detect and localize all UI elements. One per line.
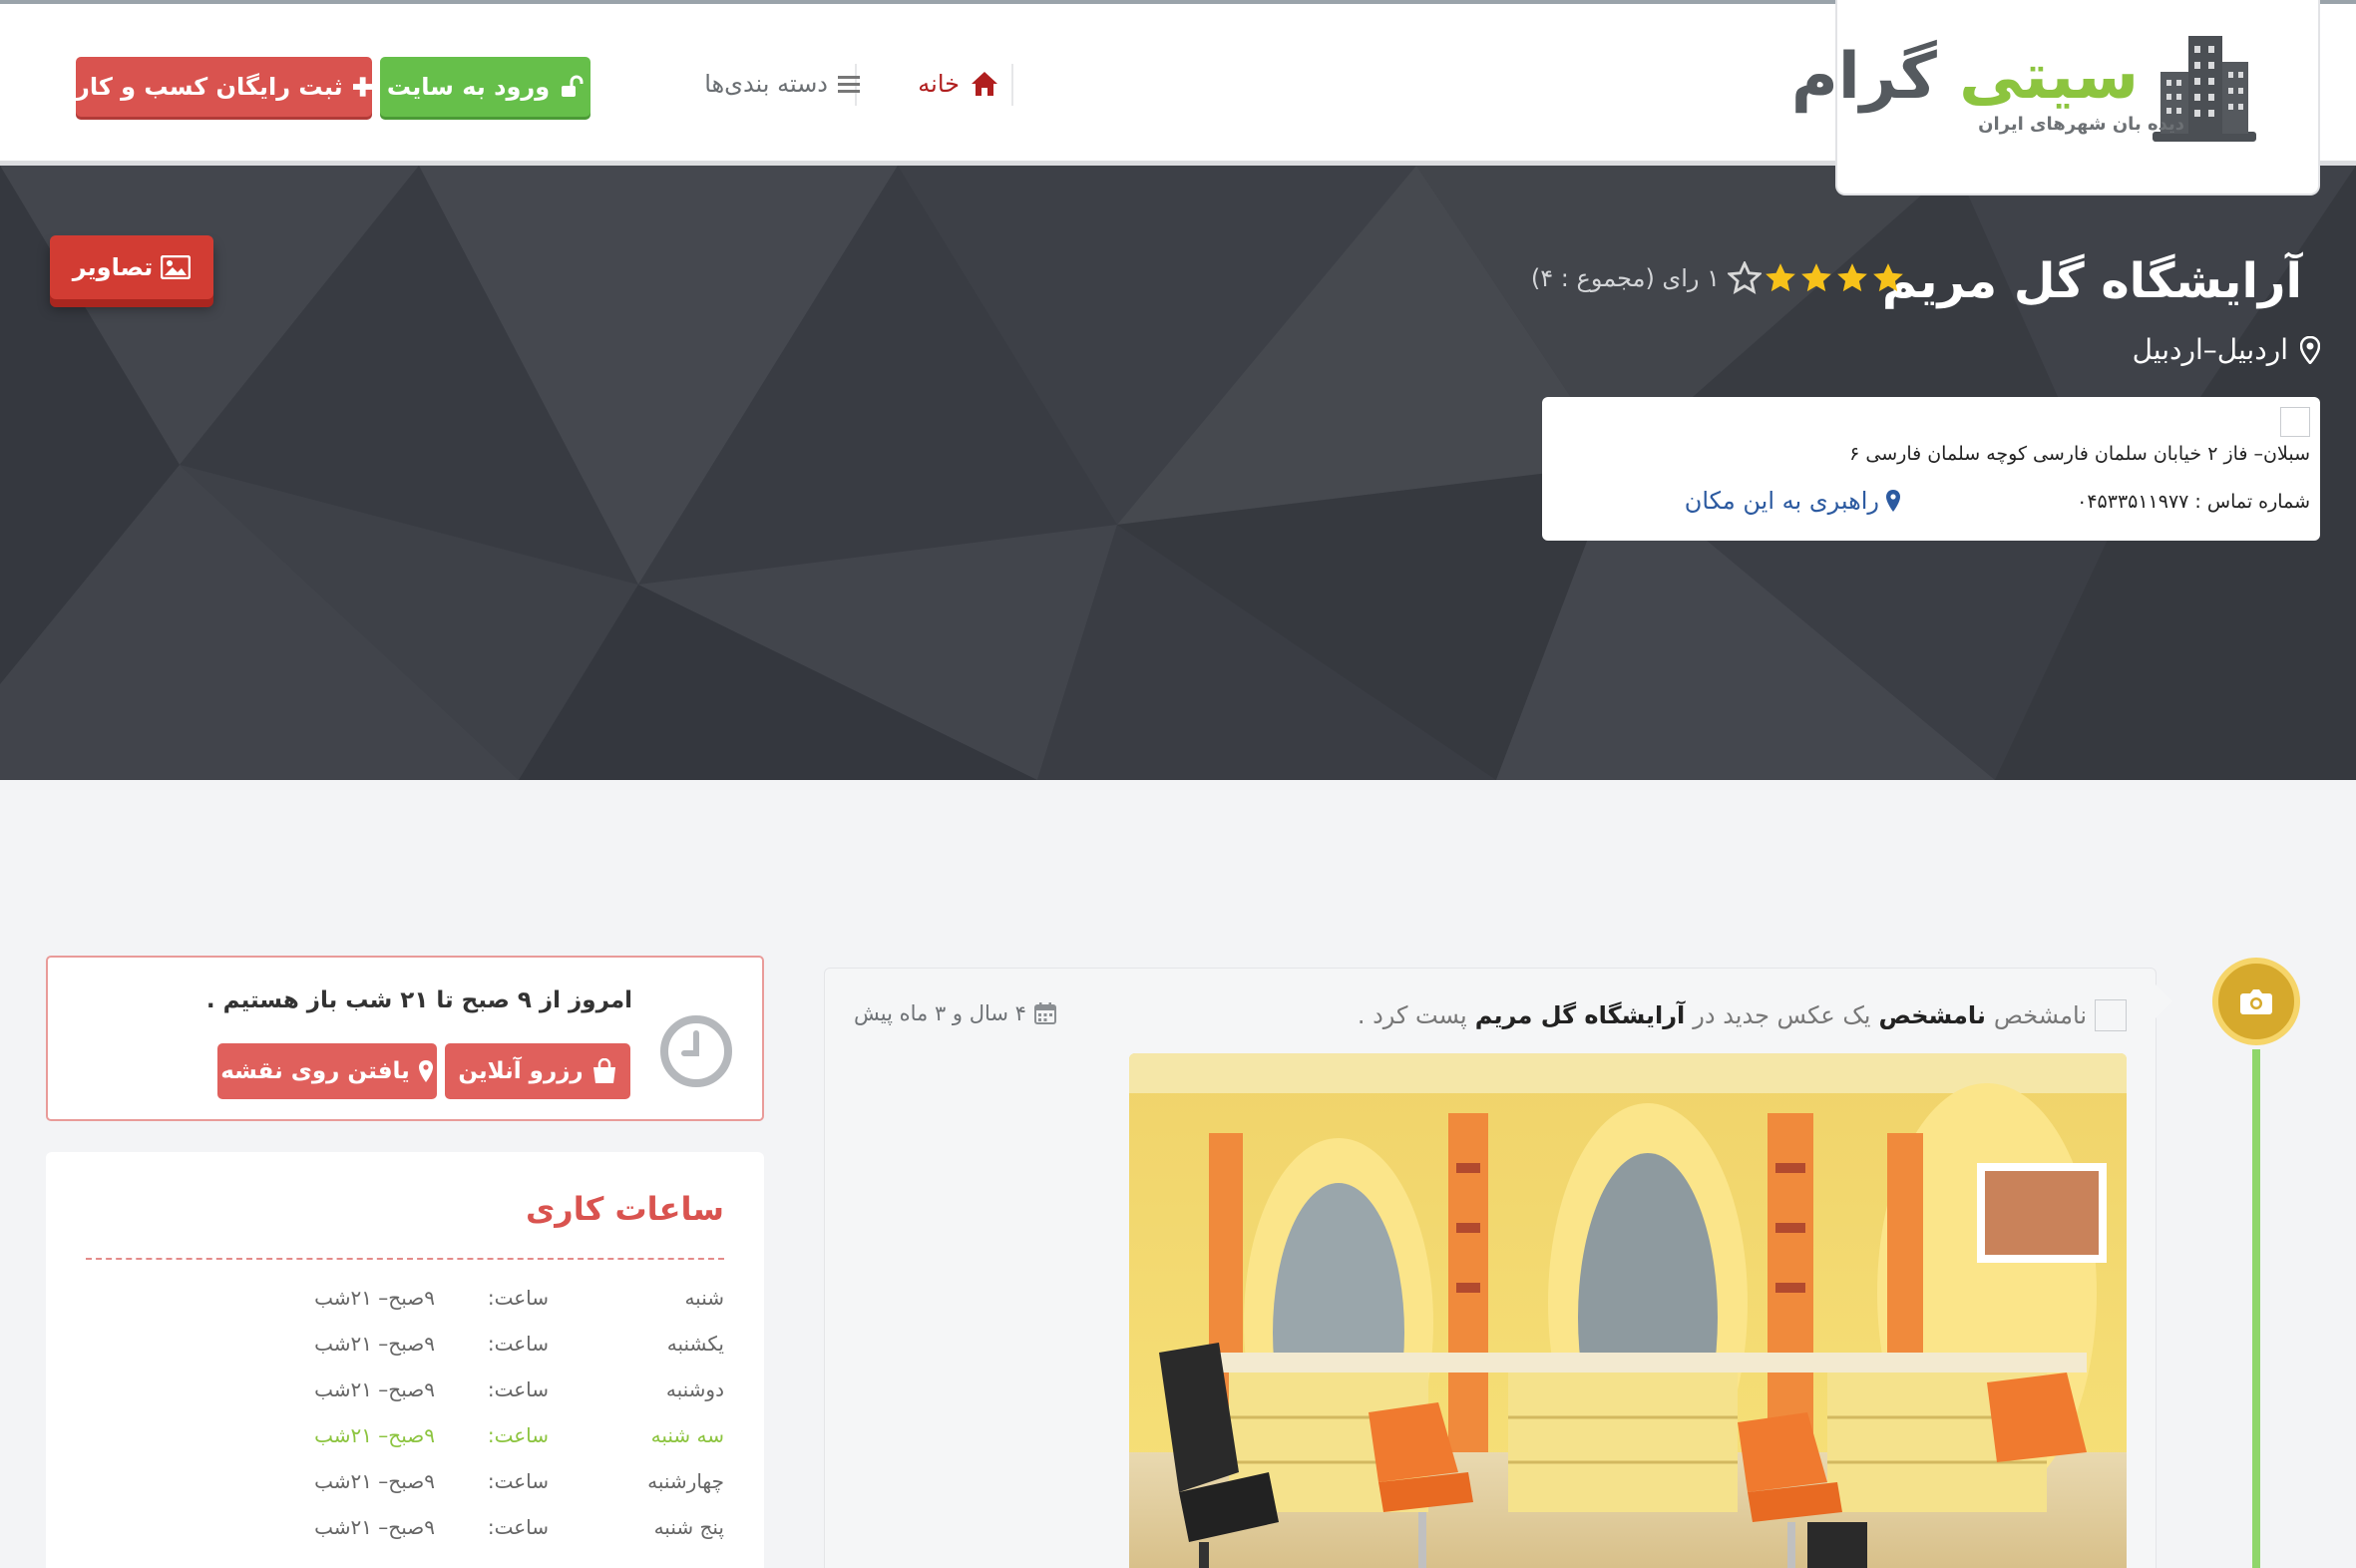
nav-separator (1011, 64, 1013, 106)
star-filled-icon[interactable] (1764, 261, 1797, 295)
hours-day: پنج شنبه (653, 1515, 724, 1539)
register-label: ثبت رایگان کسب و کار (76, 73, 343, 101)
menu-lines-icon (838, 76, 860, 93)
plus-icon (352, 77, 372, 97)
author-avatar (2095, 999, 2127, 1031)
rating-votes: ۱ رای (مجموع : ۴) (1530, 264, 1720, 292)
map-label: یافتن روی نقشه (220, 1058, 410, 1084)
star-filled-icon[interactable] (1799, 261, 1833, 295)
hours-row: دوشنبه ساعت: ۹صبح– ۲۱شب (86, 1372, 724, 1411)
camera-icon (2240, 989, 2272, 1014)
business-address: سبلان– فاز ۲ خیابان سلمان فارسی کوچه سلم… (1849, 443, 2310, 465)
rating[interactable]: ۱ رای (مجموع : ۴) (1531, 261, 1905, 295)
star-empty-icon[interactable] (1728, 261, 1762, 295)
post-header: نامشخص نامشخص یک عکس جدید در آرایشگاه گل… (1358, 999, 2127, 1031)
location-text: اردبیل–اردبیل (2132, 333, 2288, 366)
logo-subtitle: دیده بان شهرهای ایران (1978, 114, 2184, 135)
hours-row: سه شنبه ساعت: ۹صبح– ۲۱شب (86, 1417, 724, 1457)
business-name: آرایشگاه گل مریم (1881, 253, 2302, 309)
open-hours-text: امروز از ۹ صبح تا ۲۱ شب باز هستیم . (205, 987, 632, 1013)
home-icon (972, 72, 997, 96)
map-marker-icon (1886, 490, 1900, 512)
nav-home-link[interactable]: خانه (918, 70, 999, 98)
hours-day: دوشنبه (665, 1377, 724, 1401)
hours-label: ساعت: (487, 1332, 549, 1356)
hours-time: ۹صبح– ۲۱شب (314, 1515, 435, 1539)
hours-row: پنج شنبه ساعت: ۹صبح– ۲۱شب (86, 1509, 724, 1549)
timeline-photo-marker (2212, 958, 2300, 1045)
hours-time: ۹صبح– ۲۱شب (314, 1332, 435, 1356)
logo-title-green: سیتی (1959, 40, 2139, 114)
star-filled-icon[interactable] (1871, 261, 1905, 295)
hours-label: ساعت: (487, 1286, 549, 1310)
directions-label: راهبری به این مکان (1684, 487, 1879, 515)
gallery-button[interactable]: تصاویر (50, 235, 213, 299)
hours-divider (86, 1258, 724, 1260)
login-label: ورود به سایت (386, 73, 551, 101)
nav-home-label: خانه (918, 70, 960, 98)
map-marker-icon (2300, 335, 2320, 364)
gallery-label: تصاویر (72, 253, 154, 281)
post-author-link[interactable]: نامشخص (1879, 1001, 1986, 1029)
star-filled-icon[interactable] (1835, 261, 1869, 295)
rating-stars[interactable] (1728, 261, 1905, 295)
post-place-link[interactable]: آرایشگاه گل مریم (1475, 1001, 1686, 1029)
nav-home-wrap: خانه (918, 60, 999, 108)
post-date-text: ۴ سال و ۳ ماه پیش (854, 1001, 1026, 1025)
map-marker-icon (418, 1060, 433, 1082)
nav-categories-label: دسته بندی‌ها (704, 70, 828, 98)
hours-label: ساعت: (487, 1469, 549, 1493)
hours-time: ۹صبح– ۲۱شب (314, 1286, 435, 1310)
clock-icon (660, 1015, 732, 1087)
hours-label: ساعت: (487, 1515, 549, 1539)
broken-image-icon (2280, 407, 2310, 437)
reserve-label: رزرو آنلاین (458, 1058, 584, 1084)
hours-day: یکشنبه (666, 1332, 724, 1356)
post-text-suffix: پست کرد . (1357, 1001, 1467, 1029)
post-text-prefix: یک عکس جدید در (1693, 1001, 1871, 1029)
register-business-button[interactable]: ثبت رایگان کسب و کار (76, 57, 372, 117)
hours-time: ۹صبح– ۲۱شب (314, 1423, 435, 1447)
site-logo[interactable]: سیتی گرام دیده بان شهرهای ایران (1791, 0, 2320, 196)
logo-title-gray: گرام (1790, 40, 1937, 114)
find-on-map-button[interactable]: یافتن روی نقشه (217, 1043, 437, 1099)
directions-link[interactable]: راهبری به این مکان (1685, 487, 1901, 515)
hours-row: شنبه ساعت: ۹صبح– ۲۱شب (86, 1280, 724, 1320)
business-location: اردبیل–اردبیل (2133, 333, 2320, 366)
contact-info-card: سبلان– فاز ۲ خیابان سلمان فارسی کوچه سلم… (1542, 397, 2320, 541)
post-date: ۴ سال و ۳ ماه پیش (854, 1001, 1056, 1025)
business-phone[interactable]: شماره تماس : ۰۴۵۳۳۵۱۱۹۷۷ (2077, 491, 2310, 513)
hours-day: شنبه (684, 1286, 724, 1310)
author-img-alt: نامشخص (1993, 1001, 2087, 1029)
hours-day: چهارشنبه (647, 1469, 724, 1493)
hours-time: ۹صبح– ۲۱شب (314, 1469, 435, 1493)
hours-time: ۹صبح– ۲۱شب (314, 1377, 435, 1401)
hours-day: سه شنبه (650, 1423, 724, 1447)
hours-label: ساعت: (487, 1423, 549, 1447)
hours-row: چهارشنبه ساعت: ۹صبح– ۲۱شب (86, 1463, 724, 1503)
timeline-line (2252, 1049, 2260, 1568)
nav-categories-wrap: دسته بندی‌ها (704, 60, 860, 108)
unlock-icon (562, 75, 584, 97)
nav-categories-link[interactable]: دسته بندی‌ها (704, 70, 860, 98)
login-button[interactable]: ورود به سایت (380, 57, 590, 117)
online-reserve-button[interactable]: رزرو آنلاین (445, 1043, 630, 1099)
shopping-bag-icon (592, 1058, 615, 1083)
image-icon (161, 255, 192, 279)
salon-photo[interactable] (1129, 1053, 2127, 1568)
post-card-arrow (2155, 983, 2172, 1019)
hours-label: ساعت: (487, 1377, 549, 1401)
logo-title: سیتی گرام (1791, 42, 2139, 112)
calendar-icon (1033, 1002, 1056, 1024)
working-hours-card: ساعات کاری شنبه ساعت: ۹صبح– ۲۱شب یکشنبه ساعت… (46, 1152, 764, 1568)
working-hours-title: ساعات کاری (525, 1190, 724, 1228)
hours-row: یکشنبه ساعت: ۹صبح– ۲۱شب (86, 1326, 724, 1366)
salon-interior-image (1129, 1053, 2127, 1568)
